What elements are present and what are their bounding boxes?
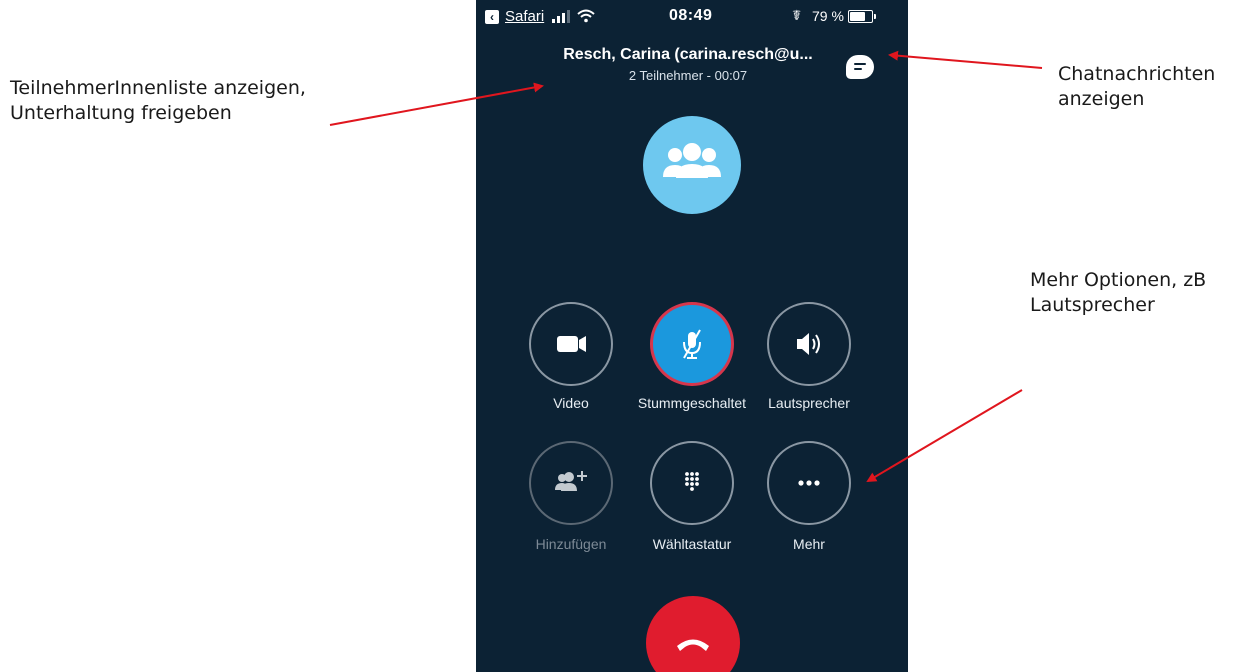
annotation-more-line1: Mehr Optionen, zB [1030,269,1207,291]
call-subtitle[interactable]: 2 Teilnehmer - 00:07 [538,68,838,83]
call-title[interactable]: Resch, Carina (carina.resch@u... [538,46,838,64]
video-button[interactable] [529,302,613,386]
speaker-icon [797,333,820,355]
video-camera-icon [557,336,586,352]
status-time: 08:49 [669,7,713,24]
annotation-chat: Chatnachrichten anzeigen [1058,62,1215,112]
microphone-muted-icon [683,329,701,359]
wifi-icon [577,9,595,23]
hangup-button[interactable] [646,596,740,672]
video-label: Video [553,395,589,411]
battery-icon [848,10,876,23]
status-bar: ‹ Safari 08:49 ☤ 79 % [476,0,908,36]
speaker-label: Lautsprecher [768,395,850,411]
signal-icon [552,10,570,23]
add-participant-label: Hinzufügen [535,536,607,552]
annotation-participants-line1: TeilnehmerInnenliste anzeigen, [10,77,306,99]
annotation-participants: TeilnehmerInnenliste anzeigen, Unterhalt… [10,76,306,126]
annotation-more: Mehr Optionen, zB Lautsprecher [1030,268,1206,318]
more-button[interactable] [767,441,851,525]
annotation-participants-line2: Unterhaltung freigeben [10,102,232,124]
annotation-more-line2: Lautsprecher [1030,294,1155,316]
phone-screen: ‹ Safari 08:49 ☤ 79 % Resch, Carina (car… [476,0,908,672]
back-to-app-link[interactable]: Safari [505,8,544,25]
add-participant-button [529,441,613,525]
rotation-lock-icon: ☤ [792,7,802,23]
add-person-icon [555,471,587,491]
dialpad-icon [685,472,699,491]
arrow-chat [888,50,1043,69]
chat-bubble-icon[interactable] [846,55,874,79]
group-icon [663,143,721,178]
annotation-chat-line2: anzeigen [1058,88,1145,110]
battery-percentage: 79 % [812,8,844,24]
group-avatar [643,116,741,214]
mute-button[interactable] [650,302,734,386]
dialpad-button[interactable] [650,441,734,525]
more-label: Mehr [793,536,825,552]
hangup-icon [677,639,709,651]
chevron-left-icon[interactable]: ‹ [485,10,499,24]
more-dots-icon [798,480,820,486]
annotation-chat-line1: Chatnachrichten [1058,63,1216,85]
speaker-button[interactable] [767,302,851,386]
